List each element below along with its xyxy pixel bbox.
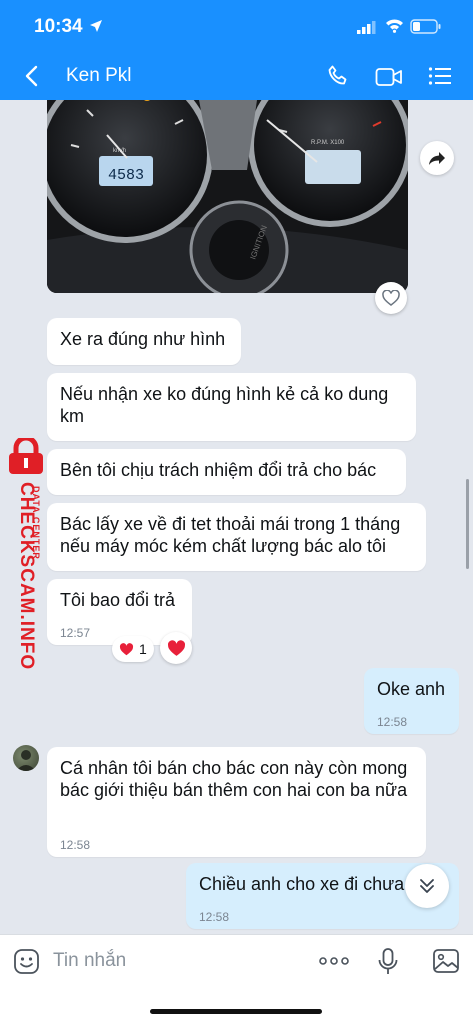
heart-outline-icon <box>382 290 400 306</box>
message-bubble-incoming[interactable]: Nếu nhận xe ko đúng hình kẻ cả ko dung k… <box>47 373 416 441</box>
react-heart-button[interactable] <box>160 632 192 664</box>
microphone-icon[interactable] <box>377 947 399 977</box>
message-timestamp: 12:58 <box>199 910 230 924</box>
motorcycle-dashboard-photo[interactable]: 4583 km/h R.P.M. X100 IGNITION <box>47 100 408 293</box>
contact-name[interactable]: Ken Pkl <box>66 65 131 87</box>
phone-call-icon[interactable] <box>326 64 350 88</box>
scrollbar[interactable] <box>466 479 469 569</box>
reaction-summary[interactable]: 1 <box>112 636 154 662</box>
location-arrow-icon <box>90 20 102 32</box>
rpm-label: R.P.M. X100 <box>311 140 345 146</box>
odometer-reading: 4583 <box>108 167 144 184</box>
message-text: Bác lấy xe về đi tet thoải mái trong 1 t… <box>60 514 401 556</box>
cellular-signal-icon <box>357 21 376 34</box>
avatar-image <box>16 750 36 771</box>
menu-list-icon[interactable] <box>428 66 452 86</box>
message-bubble-incoming[interactable]: Cá nhân tôi bán cho bác con này còn mong… <box>47 747 426 857</box>
back-arrow-icon[interactable] <box>22 64 42 88</box>
forward-button[interactable] <box>420 141 454 175</box>
watermark: CHECKSCAM.INFO DATA CENTER <box>0 438 54 670</box>
more-options-icon[interactable] <box>318 951 350 971</box>
message-bubble-incoming[interactable]: Bác lấy xe về đi tet thoải mái trong 1 t… <box>47 503 426 571</box>
wifi-icon <box>386 19 403 33</box>
padlock-icon <box>9 438 43 474</box>
message-bubble-incoming[interactable]: Bên tôi chịu trách nhiệm đổi trả cho bác <box>47 449 406 495</box>
double-chevron-down-icon <box>420 879 434 893</box>
video-call-icon[interactable] <box>375 66 403 88</box>
dashboard-illustration: 4583 km/h R.P.M. X100 IGNITION <box>47 100 408 293</box>
message-text: Cá nhân tôi bán cho bác con này còn mong… <box>60 758 408 800</box>
message-text: Oke anh <box>377 679 446 699</box>
status-bar: 10:34 <box>0 0 473 52</box>
heart-filled-icon <box>167 639 185 656</box>
message-text: Nếu nhận xe ko đúng hình kẻ cả ko dung k… <box>60 384 389 426</box>
scroll-to-bottom-button[interactable] <box>405 864 449 908</box>
contact-avatar[interactable] <box>13 745 39 771</box>
message-bubble-incoming[interactable]: Xe ra đúng như hình <box>47 318 241 365</box>
image-picker-icon[interactable] <box>432 948 460 974</box>
message-bubble-outgoing[interactable]: Oke anh 12:58 <box>364 668 459 734</box>
message-input[interactable]: Tin nhắn <box>53 950 126 972</box>
reaction-count-label: 1 <box>139 641 147 657</box>
status-time: 10:34 <box>34 16 83 37</box>
message-timestamp: 12:58 <box>60 838 91 852</box>
sticker-icon[interactable] <box>13 948 40 975</box>
chat-header: Ken Pkl <box>0 52 473 100</box>
message-text: Bên tôi chịu trách nhiệm đổi trả cho bác <box>60 460 377 480</box>
message-text: Tôi bao đổi trả <box>60 590 176 610</box>
watermark-subtext: DATA CENTER <box>31 486 41 560</box>
heart-filled-icon <box>119 642 134 655</box>
share-arrow-icon <box>429 151 445 165</box>
message-timestamp: 12:58 <box>377 715 408 729</box>
battery-icon <box>410 19 441 34</box>
home-indicator <box>150 1009 322 1014</box>
react-heart-button[interactable] <box>375 282 407 314</box>
message-text: Xe ra đúng như hình <box>60 329 226 349</box>
message-timestamp: 12:57 <box>60 626 91 640</box>
